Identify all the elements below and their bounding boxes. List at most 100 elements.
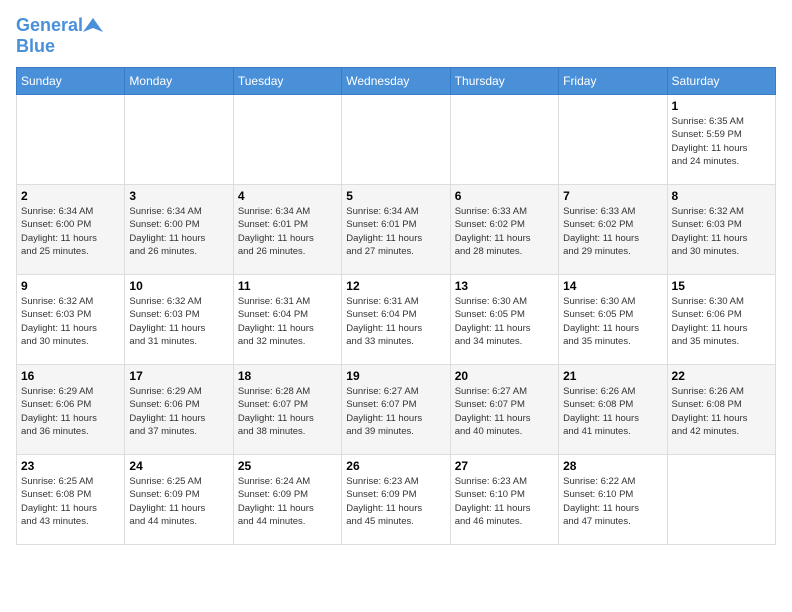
calendar-day-cell: 5 Sunrise: 6:34 AM Sunset: 6:01 PM Daylig…	[342, 185, 450, 275]
day-number: 4	[238, 189, 337, 203]
day-of-week-header: Thursday	[450, 68, 558, 95]
calendar-day-cell: 28Sunrise: 6:22 AM Sunset: 6:10 PM Dayli…	[559, 455, 667, 545]
calendar-day-cell: 1 Sunrise: 6:35 AM Sunset: 5:59 PM Daylig…	[667, 95, 775, 185]
day-info-text: Sunrise: 6:32 AM Sunset: 6:03 PM Dayligh…	[129, 295, 228, 348]
calendar-day-cell: 14 Sunrise: 6:30 AM Sunset: 6:05 PM Dayli…	[559, 275, 667, 365]
day-of-week-header: Saturday	[667, 68, 775, 95]
day-info-text: Sunrise: 6:28 AM Sunset: 6:07 PM Dayligh…	[238, 385, 337, 438]
calendar-day-cell: 21 Sunrise: 6:26 AM Sunset: 6:08 PM Dayli…	[559, 365, 667, 455]
day-number: 8	[672, 189, 771, 203]
day-info-text: Sunrise: 6:26 AM Sunset: 6:08 PM Dayligh…	[672, 385, 771, 438]
calendar-week-row: 9 Sunrise: 6:32 AM Sunset: 6:03 PM Daylig…	[17, 275, 776, 365]
calendar-day-cell: 18 Sunrise: 6:28 AM Sunset: 6:07 PM Dayli…	[233, 365, 341, 455]
calendar-day-cell	[17, 95, 125, 185]
calendar-day-cell: 15 Sunrise: 6:30 AM Sunset: 6:06 PM Dayli…	[667, 275, 775, 365]
day-info-text: Sunrise: 6:24 AM Sunset: 6:09 PM Dayligh…	[238, 475, 337, 528]
day-number: 10	[129, 279, 228, 293]
calendar-day-cell	[559, 95, 667, 185]
day-info-text: Sunrise: 6:30 AM Sunset: 6:05 PM Dayligh…	[455, 295, 554, 348]
calendar-day-cell	[233, 95, 341, 185]
calendar-day-cell: 2 Sunrise: 6:34 AM Sunset: 6:00 PM Daylig…	[17, 185, 125, 275]
day-number: 17	[129, 369, 228, 383]
day-number: 20	[455, 369, 554, 383]
calendar-week-row: 23Sunrise: 6:25 AM Sunset: 6:08 PM Dayli…	[17, 455, 776, 545]
calendar-day-cell: 13 Sunrise: 6:30 AM Sunset: 6:05 PM Dayli…	[450, 275, 558, 365]
logo-blue: Blue	[16, 36, 55, 57]
day-info-text: Sunrise: 6:31 AM Sunset: 6:04 PM Dayligh…	[346, 295, 445, 348]
day-number: 2	[21, 189, 120, 203]
calendar-week-row: 16 Sunrise: 6:29 AM Sunset: 6:06 PM Dayli…	[17, 365, 776, 455]
calendar-day-cell	[450, 95, 558, 185]
calendar-day-cell: 27 Sunrise: 6:23 AM Sunset: 6:10 PM Dayli…	[450, 455, 558, 545]
day-number: 6	[455, 189, 554, 203]
calendar-week-row: 2 Sunrise: 6:34 AM Sunset: 6:00 PM Daylig…	[17, 185, 776, 275]
day-of-week-header: Sunday	[17, 68, 125, 95]
calendar-day-cell: 11 Sunrise: 6:31 AM Sunset: 6:04 PM Dayli…	[233, 275, 341, 365]
calendar-day-cell: 3 Sunrise: 6:34 AM Sunset: 6:00 PM Daylig…	[125, 185, 233, 275]
day-info-text: Sunrise: 6:34 AM Sunset: 6:00 PM Dayligh…	[129, 205, 228, 258]
day-number: 21	[563, 369, 662, 383]
day-number: 26	[346, 459, 445, 473]
day-number: 13	[455, 279, 554, 293]
day-info-text: Sunrise: 6:31 AM Sunset: 6:04 PM Dayligh…	[238, 295, 337, 348]
day-info-text: Sunrise: 6:34 AM Sunset: 6:01 PM Dayligh…	[346, 205, 445, 258]
day-number: 19	[346, 369, 445, 383]
day-info-text: Sunrise: 6:32 AM Sunset: 6:03 PM Dayligh…	[672, 205, 771, 258]
logo-bird-icon	[83, 16, 103, 36]
day-number: 18	[238, 369, 337, 383]
day-number: 5	[346, 189, 445, 203]
day-info-text: Sunrise: 6:27 AM Sunset: 6:07 PM Dayligh…	[346, 385, 445, 438]
day-info-text: Sunrise: 6:29 AM Sunset: 6:06 PM Dayligh…	[129, 385, 228, 438]
calendar-day-cell: 22 Sunrise: 6:26 AM Sunset: 6:08 PM Dayli…	[667, 365, 775, 455]
day-info-text: Sunrise: 6:23 AM Sunset: 6:10 PM Dayligh…	[455, 475, 554, 528]
day-number: 9	[21, 279, 120, 293]
logo: General Blue	[16, 16, 103, 57]
day-number: 22	[672, 369, 771, 383]
logo-text: General	[16, 16, 83, 36]
day-info-text: Sunrise: 6:23 AM Sunset: 6:09 PM Dayligh…	[346, 475, 445, 528]
calendar-day-cell: 25Sunrise: 6:24 AM Sunset: 6:09 PM Dayli…	[233, 455, 341, 545]
day-of-week-header: Wednesday	[342, 68, 450, 95]
calendar-day-cell: 26 Sunrise: 6:23 AM Sunset: 6:09 PM Dayli…	[342, 455, 450, 545]
calendar-day-cell: 23Sunrise: 6:25 AM Sunset: 6:08 PM Dayli…	[17, 455, 125, 545]
calendar-day-cell	[342, 95, 450, 185]
day-info-text: Sunrise: 6:25 AM Sunset: 6:08 PM Dayligh…	[21, 475, 120, 528]
day-info-text: Sunrise: 6:22 AM Sunset: 6:10 PM Dayligh…	[563, 475, 662, 528]
day-info-text: Sunrise: 6:33 AM Sunset: 6:02 PM Dayligh…	[455, 205, 554, 258]
day-number: 12	[346, 279, 445, 293]
day-info-text: Sunrise: 6:32 AM Sunset: 6:03 PM Dayligh…	[21, 295, 120, 348]
calendar-table: SundayMondayTuesdayWednesdayThursdayFrid…	[16, 67, 776, 545]
day-info-text: Sunrise: 6:34 AM Sunset: 6:00 PM Dayligh…	[21, 205, 120, 258]
day-info-text: Sunrise: 6:27 AM Sunset: 6:07 PM Dayligh…	[455, 385, 554, 438]
calendar-day-cell: 16Sunrise: 6:29 AM Sunset: 6:06 PM Dayli…	[17, 365, 125, 455]
day-number: 15	[672, 279, 771, 293]
day-number: 3	[129, 189, 228, 203]
day-info-text: Sunrise: 6:26 AM Sunset: 6:08 PM Dayligh…	[563, 385, 662, 438]
page-header: General Blue	[16, 16, 776, 57]
day-of-week-header: Monday	[125, 68, 233, 95]
calendar-day-cell	[667, 455, 775, 545]
calendar-day-cell: 10 Sunrise: 6:32 AM Sunset: 6:03 PM Dayli…	[125, 275, 233, 365]
day-info-text: Sunrise: 6:25 AM Sunset: 6:09 PM Dayligh…	[129, 475, 228, 528]
calendar-week-row: 1 Sunrise: 6:35 AM Sunset: 5:59 PM Daylig…	[17, 95, 776, 185]
calendar-day-cell: 20 Sunrise: 6:27 AM Sunset: 6:07 PM Dayli…	[450, 365, 558, 455]
calendar-day-cell: 6 Sunrise: 6:33 AM Sunset: 6:02 PM Daylig…	[450, 185, 558, 275]
day-info-text: Sunrise: 6:35 AM Sunset: 5:59 PM Dayligh…	[672, 115, 771, 168]
day-number: 16	[21, 369, 120, 383]
day-info-text: Sunrise: 6:34 AM Sunset: 6:01 PM Dayligh…	[238, 205, 337, 258]
day-number: 1	[672, 99, 771, 113]
day-number: 14	[563, 279, 662, 293]
day-number: 24	[129, 459, 228, 473]
calendar-day-cell: 19 Sunrise: 6:27 AM Sunset: 6:07 PM Dayli…	[342, 365, 450, 455]
calendar-day-cell: 9 Sunrise: 6:32 AM Sunset: 6:03 PM Daylig…	[17, 275, 125, 365]
logo-general: General	[16, 15, 83, 35]
day-info-text: Sunrise: 6:33 AM Sunset: 6:02 PM Dayligh…	[563, 205, 662, 258]
day-of-week-header: Tuesday	[233, 68, 341, 95]
day-number: 11	[238, 279, 337, 293]
calendar-header-row: SundayMondayTuesdayWednesdayThursdayFrid…	[17, 68, 776, 95]
calendar-day-cell: 24 Sunrise: 6:25 AM Sunset: 6:09 PM Dayli…	[125, 455, 233, 545]
day-info-text: Sunrise: 6:30 AM Sunset: 6:06 PM Dayligh…	[672, 295, 771, 348]
day-info-text: Sunrise: 6:30 AM Sunset: 6:05 PM Dayligh…	[563, 295, 662, 348]
calendar-day-cell: 7Sunrise: 6:33 AM Sunset: 6:02 PM Daylig…	[559, 185, 667, 275]
day-number: 27	[455, 459, 554, 473]
